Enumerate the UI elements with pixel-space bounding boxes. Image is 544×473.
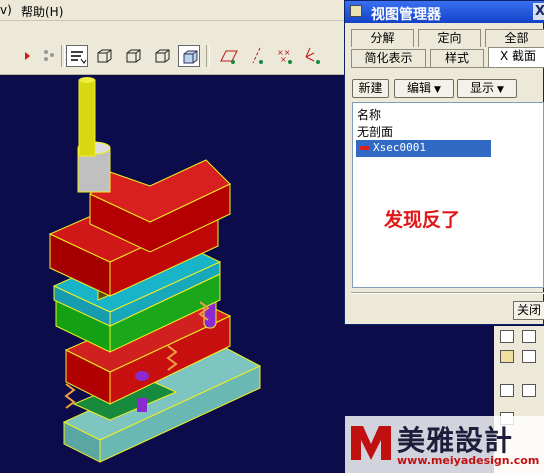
meiya-logo-icon — [351, 426, 391, 460]
xsec-icon — [360, 144, 370, 152]
feature-icon[interactable] — [522, 384, 536, 397]
feature-icon[interactable] — [500, 384, 514, 397]
display-button-label: 显示 — [470, 81, 495, 95]
new-button[interactable]: 新建 — [352, 79, 389, 98]
tab-orient[interactable]: 定向 — [418, 29, 481, 47]
datum-plane-icon[interactable] — [218, 45, 240, 67]
list-header-name: 名称 — [357, 108, 382, 122]
xsec-list[interactable]: 名称 无剖面 Xsec0001 发现反了 — [352, 102, 544, 288]
menu-bar: v) 帮助(H) — [0, 0, 346, 21]
view-manager-dialog: 视图管理器 X 分解 定向 全部 简化表示 样式 X 截面 新建 编辑 ▼ 显示 ▼… — [344, 0, 544, 325]
menu-item-help[interactable]: 帮助(H) — [21, 3, 63, 20]
tab-xsec[interactable]: X 截面 — [488, 47, 544, 68]
feature-icon[interactable] — [500, 350, 514, 363]
toolbar-separator — [61, 45, 65, 67]
view-manager-icon — [350, 5, 362, 17]
chevron-down-icon: ▼ — [497, 85, 504, 95]
feature-icon[interactable] — [522, 330, 536, 343]
annotation-text: 发现反了 — [384, 209, 461, 231]
datum-icon[interactable] — [38, 45, 60, 67]
chevron-down-icon: ▼ — [434, 85, 441, 95]
arrow-icon[interactable] — [12, 45, 34, 67]
display-button[interactable]: 显示 ▼ — [457, 79, 517, 98]
watermark-text: 美雅設計 — [397, 424, 514, 457]
shaded-icon[interactable] — [178, 45, 200, 67]
close-button[interactable]: 关闭 — [513, 301, 544, 320]
tab-panel-border — [351, 67, 544, 68]
coord-sys-icon[interactable] — [302, 45, 324, 67]
edit-button-label: 编辑 — [407, 81, 432, 95]
list-item-label: Xsec0001 — [373, 141, 426, 154]
list-item-selected[interactable]: Xsec0001 — [356, 140, 491, 157]
dialog-title: 视图管理器 — [371, 7, 441, 23]
tab-simplified-rep[interactable]: 简化表示 — [351, 49, 426, 67]
list-item[interactable]: 无剖面 — [357, 123, 393, 140]
datum-point-icon[interactable]: ×× × — [274, 45, 296, 67]
dialog-separator — [351, 292, 544, 294]
repaint-icon[interactable] — [66, 45, 88, 67]
hidden-line-icon[interactable] — [122, 45, 144, 67]
close-icon[interactable]: X — [533, 3, 544, 20]
datum-axis-icon[interactable] — [246, 45, 268, 67]
feature-icon[interactable] — [522, 350, 536, 363]
watermark-url: www.meiyadesign.com — [397, 454, 540, 467]
dialog-titlebar[interactable]: 视图管理器 X — [345, 1, 544, 23]
tab-explode[interactable]: 分解 — [351, 29, 414, 47]
tab-style[interactable]: 样式 — [430, 49, 484, 67]
feature-icon[interactable] — [500, 330, 514, 343]
watermark: 美雅設計 www.meiyadesign.com — [345, 416, 544, 473]
tab-all[interactable]: 全部 — [485, 29, 544, 47]
menu-item-window[interactable]: v) — [0, 3, 12, 17]
wireframe-icon[interactable] — [93, 45, 115, 67]
svg-text:×: × — [280, 55, 287, 64]
toolbar-separator — [206, 45, 210, 67]
edit-button[interactable]: 编辑 ▼ — [394, 79, 454, 98]
no-hidden-icon[interactable] — [151, 45, 173, 67]
